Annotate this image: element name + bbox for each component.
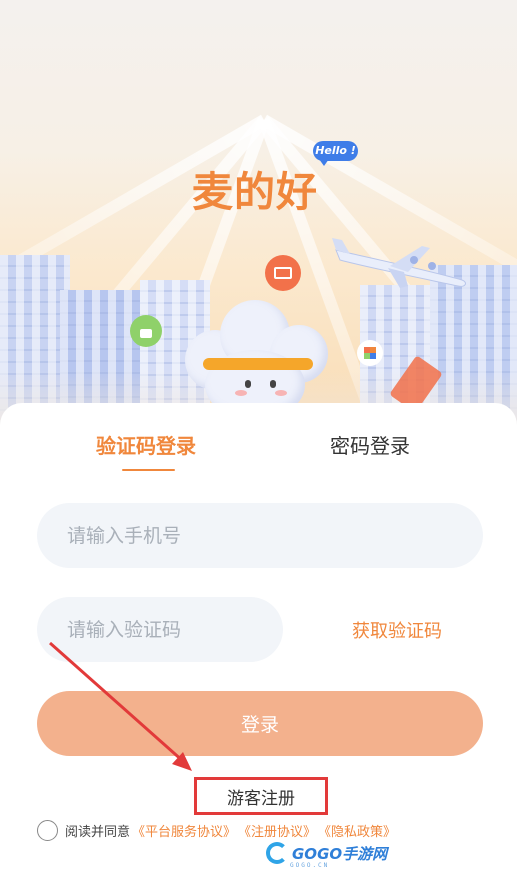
watermark-logo-icon — [266, 842, 288, 864]
brand-logo-text: 麦的好 — [192, 168, 318, 216]
guest-register-button[interactable]: 游客注册 — [194, 777, 328, 815]
hello-badge: Hello ! — [313, 141, 358, 166]
active-tab-indicator — [122, 469, 175, 471]
monitor-icon — [265, 255, 301, 291]
tab-sms-login[interactable]: 验证码登录 — [96, 432, 196, 460]
airplane-icon — [332, 238, 466, 288]
login-button[interactable]: 登录 — [37, 691, 483, 756]
guest-register-label: 游客注册 — [227, 788, 295, 809]
hero-illustration: 麦的好 Hello ! — [0, 0, 517, 430]
verification-code-input[interactable] — [37, 597, 283, 662]
phone-input[interactable] — [37, 503, 483, 568]
privacy-policy-link[interactable]: 《隐私政策》 — [318, 821, 396, 840]
agreement-row: 阅读并同意 《平台服务协议》 《注册协议》 《隐私政策》 — [37, 819, 396, 841]
lock-icon — [130, 315, 162, 347]
agreement-prefix: 阅读并同意 — [65, 824, 131, 840]
platform-service-agreement-link[interactable]: 《平台服务协议》 — [132, 821, 236, 840]
phone-field — [37, 503, 483, 568]
cloud-mascot-illustration — [175, 290, 335, 420]
code-field — [37, 597, 283, 662]
registration-agreement-link[interactable]: 《注册协议》 — [238, 821, 316, 840]
get-code-button[interactable]: 获取验证码 — [352, 617, 442, 643]
watermark-text: GOGO手游网 — [292, 844, 388, 863]
agreement-checkbox[interactable] — [37, 819, 58, 841]
tab-password-login[interactable]: 密码登录 — [330, 432, 410, 460]
grid-icon — [357, 340, 383, 366]
watermark-subtext: GOGO.CN — [290, 862, 330, 869]
